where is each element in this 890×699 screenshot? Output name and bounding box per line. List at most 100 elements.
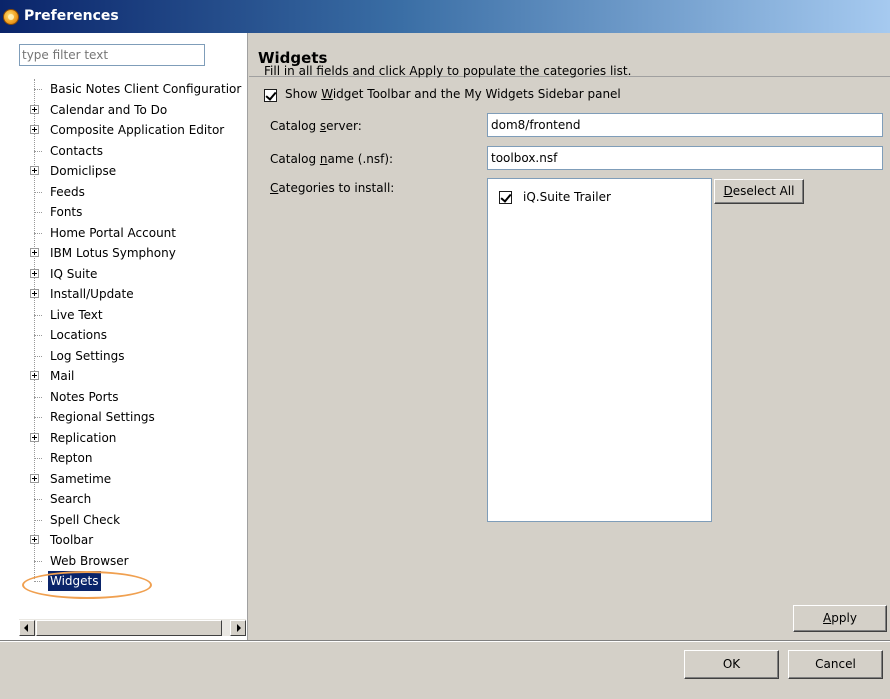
tree-item[interactable]: Live Text: [30, 305, 246, 325]
tree-item-label: Locations: [50, 328, 108, 342]
expand-plus-icon[interactable]: [30, 248, 39, 257]
expand-plus-icon[interactable]: [30, 473, 39, 483]
tree-connector: [34, 355, 42, 357]
tree-item-label: Calendar and To Do: [50, 102, 168, 117]
tree-item[interactable]: Sametime: [30, 469, 246, 489]
tree-item-label: Composite Application Editor: [50, 123, 225, 137]
tree-item[interactable]: Locations: [30, 325, 246, 345]
expand-plus-icon[interactable]: [30, 268, 39, 278]
mnemonic-letter: W: [321, 87, 333, 101]
button-label: eselect All: [732, 184, 795, 198]
tree-item-label: Home Portal Account: [50, 225, 176, 240]
show-widget-toolbar-checkbox[interactable]: [264, 89, 277, 102]
tree-item[interactable]: Notes Ports: [30, 387, 246, 407]
tree-connector: [34, 191, 42, 193]
tree-connector: [34, 89, 42, 90]
preferences-nav-panel: Basic Notes Client Configuratior Calendar…: [0, 33, 248, 640]
preferences-tree: Basic Notes Client Configuratior Calendar…: [0, 79, 246, 599]
tree-item[interactable]: Calendar and To Do: [30, 100, 246, 120]
tree-item-label: IBM Lotus Symphony: [50, 246, 176, 260]
tree-item-label: Live Text: [50, 307, 103, 322]
footer-separator: [0, 640, 890, 642]
tree-connector: [34, 458, 42, 459]
expand-plus-icon[interactable]: [30, 535, 39, 544]
tree-item[interactable]: Web Browser: [30, 551, 246, 571]
tree-connector: [34, 519, 42, 521]
tree-item-label: Search: [50, 492, 92, 506]
deselect-all-button[interactable]: Deselect All: [714, 179, 804, 204]
ok-button[interactable]: OK: [684, 650, 779, 679]
tree-item[interactable]: Log Settings: [30, 346, 246, 366]
tree-item-label: Spell Check: [50, 512, 121, 527]
tree-item-label: Notes Ports: [50, 389, 119, 404]
cancel-button[interactable]: Cancel: [788, 650, 883, 679]
tree-item[interactable]: IQ Suite: [30, 264, 246, 284]
tree-item[interactable]: Repton: [30, 448, 246, 468]
tree-item-label: Toolbar: [50, 533, 94, 547]
tree-item-label: Log Settings: [50, 348, 125, 363]
title-bar[interactable]: Preferences: [0, 0, 890, 33]
tree-item-label: IQ Suite: [50, 266, 98, 281]
tree-item[interactable]: Home Portal Account: [30, 223, 246, 243]
tree-item-label: Web Browser: [50, 553, 129, 568]
tree-item[interactable]: Feeds: [30, 182, 246, 202]
apply-button[interactable]: Apply: [793, 605, 887, 632]
tree-item-label: Feeds: [50, 184, 85, 199]
tree-item[interactable]: Spell Check: [30, 510, 246, 530]
tree-item[interactable]: Contacts: [30, 141, 246, 161]
tree-item-label: Widgets: [48, 571, 101, 591]
expand-plus-icon[interactable]: [30, 432, 39, 442]
tree-item[interactable]: Search: [30, 489, 246, 509]
tree-item[interactable]: Fonts: [30, 202, 246, 222]
arrow-left-icon: [24, 624, 28, 632]
button-label: pply: [831, 611, 857, 625]
category-checkbox[interactable]: [499, 191, 512, 204]
tree-item[interactable]: Install/Update: [30, 284, 246, 304]
scroll-right-button[interactable]: [230, 620, 246, 636]
tree-item-label: Sametime: [50, 471, 112, 486]
tree-connector: [34, 150, 42, 152]
tree-item[interactable]: IBM Lotus Symphony: [30, 243, 246, 263]
expand-plus-icon[interactable]: [30, 371, 39, 380]
tree-item-label: Replication: [50, 430, 117, 445]
tree-connector: [34, 417, 42, 418]
expand-plus-icon[interactable]: [30, 104, 39, 114]
tree-item[interactable]: Replication: [30, 428, 246, 448]
catalog-server-label: Catalog server:: [270, 119, 362, 133]
tree-connector: [34, 314, 42, 316]
tree-item[interactable]: Basic Notes Client Configuratior: [30, 79, 246, 99]
tree-item[interactable]: Mail: [30, 366, 246, 386]
mnemonic-letter: n: [319, 152, 328, 166]
scroll-left-button[interactable]: [19, 620, 35, 636]
label-part: idget Toolbar and the My Widgets Sidebar…: [332, 87, 621, 101]
categories-listbox[interactable]: iQ.Suite Trailer: [487, 178, 712, 522]
scroll-thumb[interactable]: [36, 620, 222, 636]
category-label[interactable]: iQ.Suite Trailer: [523, 190, 611, 204]
filter-input[interactable]: [19, 44, 205, 66]
tree-connector: [34, 335, 42, 336]
label-part: Catalog: [270, 119, 320, 133]
tree-horizontal-scrollbar[interactable]: [19, 618, 246, 636]
tree-connector: [34, 499, 42, 500]
label-part: ategories to install:: [278, 181, 395, 195]
tree-item[interactable]: Domiclipse: [30, 161, 246, 181]
show-widget-toolbar-label[interactable]: Show Widget Toolbar and the My Widgets S…: [285, 87, 621, 101]
tree-item-label: Domiclipse: [50, 164, 117, 178]
expand-plus-icon[interactable]: [30, 289, 39, 298]
tree-item[interactable]: Widgets: [30, 571, 246, 591]
catalog-name-label: Catalog name (.nsf):: [270, 152, 393, 166]
label-part: erver:: [326, 119, 362, 133]
tree-item[interactable]: Composite Application Editor: [30, 120, 246, 140]
expand-plus-icon[interactable]: [30, 166, 39, 175]
dialog-body: Basic Notes Client Configuratior Calendar…: [0, 33, 890, 699]
lotus-notes-app-icon: [3, 9, 19, 25]
expand-plus-icon[interactable]: [30, 125, 39, 134]
tree-item-label: Regional Settings: [50, 410, 155, 424]
tree-item-label: Install/Update: [50, 287, 134, 301]
tree-item[interactable]: Toolbar: [30, 530, 246, 550]
mnemonic-letter: D: [723, 184, 733, 198]
tree-item[interactable]: Regional Settings: [30, 407, 246, 427]
catalog-server-input[interactable]: [487, 113, 883, 137]
catalog-name-input[interactable]: [487, 146, 883, 170]
tree-item-label: Repton: [50, 451, 93, 465]
